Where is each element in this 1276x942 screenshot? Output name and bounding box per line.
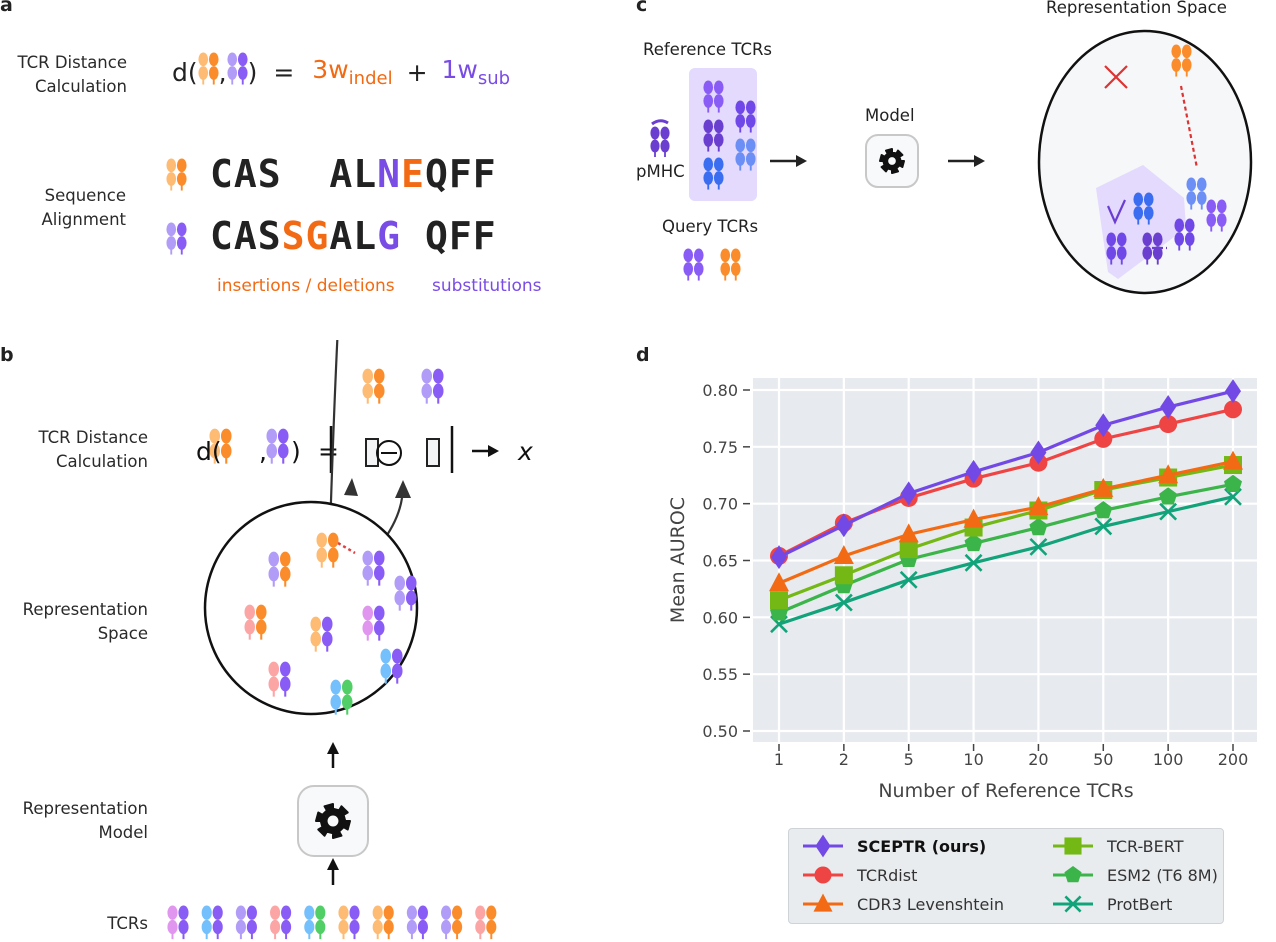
x-tick-label: 20 (1028, 750, 1048, 769)
legend-label: TCR-BERT (1107, 836, 1184, 856)
y-tick-label: 0.60 (702, 608, 738, 627)
y-tick-label: 0.75 (702, 438, 738, 457)
data-point (834, 566, 853, 585)
y-tick-label: 0.70 (702, 495, 738, 514)
legend-marker (814, 866, 832, 884)
legend-label: CDR3 Levenshtein (857, 894, 1004, 914)
data-point (899, 540, 918, 559)
legend-item: CDR3 Levenshtein (801, 890, 1004, 918)
auroc-line-chart: 0.50 0.55 0.60 0.65 0.70 0.75 0.80 1 2 5 10 20 50 10… (667, 378, 1257, 802)
x-tick-label: 1 (774, 750, 784, 769)
legend-marker (1064, 866, 1082, 883)
legend-label: TCRdist (857, 865, 918, 885)
y-tick-label: 0.80 (702, 381, 738, 400)
y-axis-label: Mean AUROC (667, 497, 689, 623)
legend-item: ProtBert (1051, 890, 1172, 918)
y-tick-label: 0.50 (702, 722, 738, 741)
x-tick-label: 50 (1093, 750, 1113, 769)
legend-circle-icon (803, 866, 843, 884)
x-tick-label: 10 (963, 750, 983, 769)
x-tick-label: 2 (839, 750, 849, 769)
legend-x-icon (1053, 895, 1093, 913)
y-tick-label: 0.65 (702, 552, 738, 571)
legend-pentagon-icon (1053, 866, 1093, 883)
x-tick-label: 100 (1153, 750, 1184, 769)
x-axis-label: Number of Reference TCRs (878, 780, 1133, 802)
data-point (770, 591, 788, 610)
legend-item: TCRdist (801, 861, 917, 889)
legend-marker (815, 834, 831, 858)
legend-square-icon (1053, 837, 1093, 855)
legend-label: SCEPTR (ours) (857, 836, 987, 856)
legend-marker (1064, 837, 1082, 855)
legend-label: ProtBert (1107, 894, 1173, 914)
y-tick-label: 0.55 (702, 665, 738, 684)
chart-legend: SCEPTR (ours) TCRdist CDR3 Levenshtein TCR-… (788, 828, 1224, 924)
legend-item: TCR-BERT (1051, 832, 1184, 860)
legend-diamond-icon (803, 834, 843, 858)
legend-triangle-icon (803, 893, 843, 912)
legend-label: ESM2 (T6 8M) (1107, 865, 1218, 885)
legend-item: ESM2 (T6 8M) (1051, 861, 1218, 889)
legend-item: SCEPTR (ours) (801, 832, 986, 860)
x-tick-label: 5 (904, 750, 914, 769)
x-tick-label: 200 (1218, 750, 1249, 769)
